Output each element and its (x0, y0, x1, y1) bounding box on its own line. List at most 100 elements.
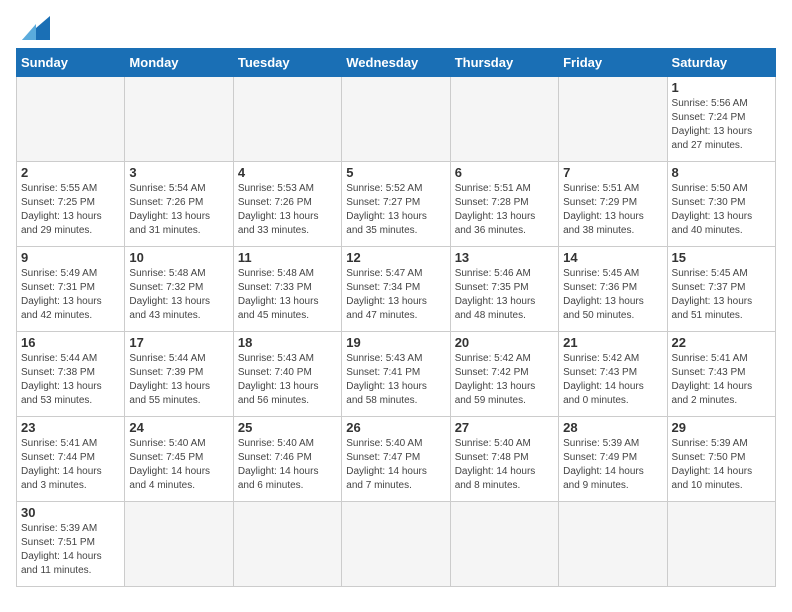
day-info: Sunrise: 5:52 AM Sunset: 7:27 PM Dayligh… (346, 182, 445, 238)
calendar-day-cell: 3 Sunrise: 5:54 AM Sunset: 7:26 PM Daylig… (125, 162, 233, 247)
calendar-day-cell: 24Sunrise: 5:40 AM Sunset: 7:45 PM Dayli… (125, 417, 233, 502)
day-number: 27 (455, 420, 554, 435)
day-info: Sunrise: 5:47 AM Sunset: 7:34 PM Dayligh… (346, 267, 445, 323)
day-info: Sunrise: 5:40 AM Sunset: 7:46 PM Dayligh… (238, 437, 337, 493)
day-info: Sunrise: 5:39 AM Sunset: 7:49 PM Dayligh… (563, 437, 662, 493)
calendar-day-cell (667, 502, 775, 587)
day-number: 2 (21, 165, 120, 180)
calendar-day-cell (342, 77, 450, 162)
calendar-header-row: SundayMondayTuesdayWednesdayThursdayFrid… (17, 49, 776, 77)
calendar-day-cell: 9Sunrise: 5:49 AM Sunset: 7:31 PM Daylig… (17, 247, 125, 332)
calendar-day-cell (559, 77, 667, 162)
day-info: Sunrise: 5:39 AM Sunset: 7:50 PM Dayligh… (672, 437, 771, 493)
day-info: Sunrise: 5:43 AM Sunset: 7:41 PM Dayligh… (346, 352, 445, 408)
weekday-header-sunday: Sunday (17, 49, 125, 77)
calendar-day-cell: 7 Sunrise: 5:51 AM Sunset: 7:29 PM Daylig… (559, 162, 667, 247)
weekday-header-friday: Friday (559, 49, 667, 77)
day-info: Sunrise: 5:41 AM Sunset: 7:44 PM Dayligh… (21, 437, 120, 493)
calendar-day-cell: 28 Sunrise: 5:39 AM Sunset: 7:49 PM Dayli… (559, 417, 667, 502)
calendar-day-cell: 8 Sunrise: 5:50 AM Sunset: 7:30 PM Daylig… (667, 162, 775, 247)
calendar-day-cell: 21Sunrise: 5:42 AM Sunset: 7:43 PM Dayli… (559, 332, 667, 417)
calendar-day-cell (125, 77, 233, 162)
day-number: 18 (238, 335, 337, 350)
calendar-day-cell: 15 Sunrise: 5:45 AM Sunset: 7:37 PM Dayli… (667, 247, 775, 332)
calendar-day-cell: 6 Sunrise: 5:51 AM Sunset: 7:28 PM Daylig… (450, 162, 558, 247)
calendar-day-cell: 1Sunrise: 5:56 AM Sunset: 7:24 PM Daylig… (667, 77, 775, 162)
day-number: 14 (563, 250, 662, 265)
day-number: 5 (346, 165, 445, 180)
day-info: Sunrise: 5:48 AM Sunset: 7:32 PM Dayligh… (129, 267, 228, 323)
header (16, 16, 776, 40)
day-number: 6 (455, 165, 554, 180)
calendar-day-cell (559, 502, 667, 587)
day-info: Sunrise: 5:51 AM Sunset: 7:29 PM Dayligh… (563, 182, 662, 238)
day-number: 3 (129, 165, 228, 180)
calendar-day-cell: 29Sunrise: 5:39 AM Sunset: 7:50 PM Dayli… (667, 417, 775, 502)
calendar-day-cell: 20 Sunrise: 5:42 AM Sunset: 7:42 PM Dayli… (450, 332, 558, 417)
day-info: Sunrise: 5:55 AM Sunset: 7:25 PM Dayligh… (21, 182, 120, 238)
day-info: Sunrise: 5:43 AM Sunset: 7:40 PM Dayligh… (238, 352, 337, 408)
day-number: 30 (21, 505, 120, 520)
calendar-day-cell (17, 77, 125, 162)
day-info: Sunrise: 5:44 AM Sunset: 7:39 PM Dayligh… (129, 352, 228, 408)
calendar-day-cell: 17 Sunrise: 5:44 AM Sunset: 7:39 PM Dayli… (125, 332, 233, 417)
calendar-day-cell: 13 Sunrise: 5:46 AM Sunset: 7:35 PM Dayli… (450, 247, 558, 332)
day-number: 13 (455, 250, 554, 265)
calendar-day-cell: 11Sunrise: 5:48 AM Sunset: 7:33 PM Dayli… (233, 247, 341, 332)
day-number: 23 (21, 420, 120, 435)
day-number: 20 (455, 335, 554, 350)
calendar-day-cell (233, 502, 341, 587)
day-number: 15 (672, 250, 771, 265)
day-info: Sunrise: 5:45 AM Sunset: 7:36 PM Dayligh… (563, 267, 662, 323)
day-info: Sunrise: 5:40 AM Sunset: 7:48 PM Dayligh… (455, 437, 554, 493)
logo (16, 16, 50, 40)
calendar-week-row: 9Sunrise: 5:49 AM Sunset: 7:31 PM Daylig… (17, 247, 776, 332)
day-number: 4 (238, 165, 337, 180)
day-number: 9 (21, 250, 120, 265)
day-number: 28 (563, 420, 662, 435)
day-number: 22 (672, 335, 771, 350)
day-info: Sunrise: 5:50 AM Sunset: 7:30 PM Dayligh… (672, 182, 771, 238)
calendar-day-cell (450, 77, 558, 162)
day-number: 8 (672, 165, 771, 180)
weekday-header-monday: Monday (125, 49, 233, 77)
calendar-day-cell: 23 Sunrise: 5:41 AM Sunset: 7:44 PM Dayli… (17, 417, 125, 502)
day-number: 19 (346, 335, 445, 350)
day-number: 26 (346, 420, 445, 435)
day-info: Sunrise: 5:39 AM Sunset: 7:51 PM Dayligh… (21, 522, 120, 578)
day-number: 25 (238, 420, 337, 435)
calendar-day-cell (233, 77, 341, 162)
calendar-day-cell: 26 Sunrise: 5:40 AM Sunset: 7:47 PM Dayli… (342, 417, 450, 502)
day-number: 12 (346, 250, 445, 265)
calendar-day-cell (450, 502, 558, 587)
day-info: Sunrise: 5:51 AM Sunset: 7:28 PM Dayligh… (455, 182, 554, 238)
day-info: Sunrise: 5:54 AM Sunset: 7:26 PM Dayligh… (129, 182, 228, 238)
calendar-day-cell: 30 Sunrise: 5:39 AM Sunset: 7:51 PM Dayli… (17, 502, 125, 587)
day-info: Sunrise: 5:42 AM Sunset: 7:42 PM Dayligh… (455, 352, 554, 408)
weekday-header-tuesday: Tuesday (233, 49, 341, 77)
calendar-week-row: 23 Sunrise: 5:41 AM Sunset: 7:44 PM Dayli… (17, 417, 776, 502)
calendar-day-cell: 22 Sunrise: 5:41 AM Sunset: 7:43 PM Dayli… (667, 332, 775, 417)
calendar-day-cell: 14 Sunrise: 5:45 AM Sunset: 7:36 PM Dayli… (559, 247, 667, 332)
calendar-day-cell: 18 Sunrise: 5:43 AM Sunset: 7:40 PM Dayli… (233, 332, 341, 417)
calendar-day-cell: 19 Sunrise: 5:43 AM Sunset: 7:41 PM Dayli… (342, 332, 450, 417)
day-number: 11 (238, 250, 337, 265)
day-number: 21 (563, 335, 662, 350)
calendar-day-cell (125, 502, 233, 587)
calendar-week-row: 1Sunrise: 5:56 AM Sunset: 7:24 PM Daylig… (17, 77, 776, 162)
day-info: Sunrise: 5:45 AM Sunset: 7:37 PM Dayligh… (672, 267, 771, 323)
day-info: Sunrise: 5:41 AM Sunset: 7:43 PM Dayligh… (672, 352, 771, 408)
calendar-day-cell: 2 Sunrise: 5:55 AM Sunset: 7:25 PM Daylig… (17, 162, 125, 247)
day-info: Sunrise: 5:40 AM Sunset: 7:47 PM Dayligh… (346, 437, 445, 493)
logo-icon (22, 16, 50, 40)
day-number: 1 (672, 80, 771, 95)
calendar: SundayMondayTuesdayWednesdayThursdayFrid… (16, 48, 776, 587)
day-info: Sunrise: 5:40 AM Sunset: 7:45 PM Dayligh… (129, 437, 228, 493)
day-number: 7 (563, 165, 662, 180)
day-number: 17 (129, 335, 228, 350)
day-info: Sunrise: 5:44 AM Sunset: 7:38 PM Dayligh… (21, 352, 120, 408)
weekday-header-saturday: Saturday (667, 49, 775, 77)
calendar-day-cell: 16Sunrise: 5:44 AM Sunset: 7:38 PM Dayli… (17, 332, 125, 417)
day-info: Sunrise: 5:46 AM Sunset: 7:35 PM Dayligh… (455, 267, 554, 323)
weekday-header-wednesday: Wednesday (342, 49, 450, 77)
